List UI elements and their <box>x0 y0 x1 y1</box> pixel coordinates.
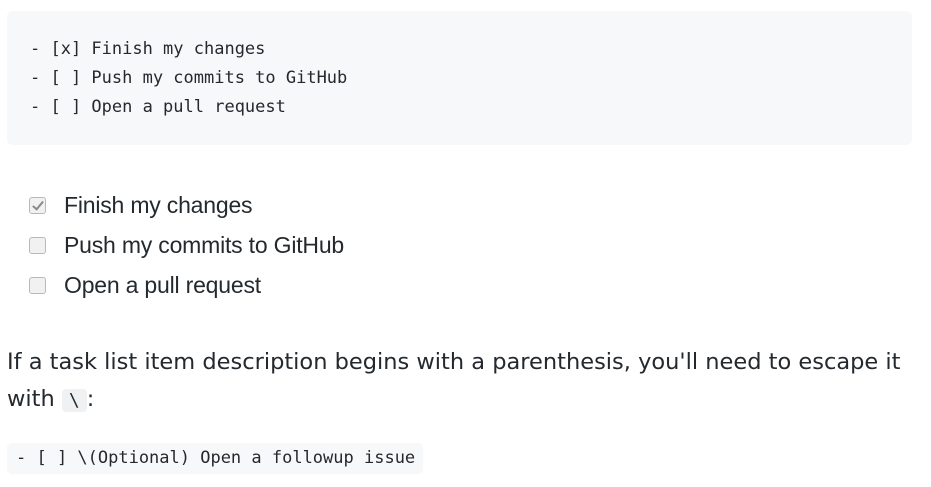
escape-note-suffix: : <box>86 386 95 412</box>
task-list-item: Push my commits to GitHub <box>29 225 344 265</box>
escape-note-paragraph: If a task list item description begins w… <box>7 344 917 419</box>
task-label: Open a pull request <box>64 271 261 298</box>
task-label: Finish my changes <box>64 191 253 218</box>
task-checkbox[interactable] <box>29 236 46 254</box>
code-line: - [ ] Push my commits to GitHub <box>30 68 348 88</box>
code-line: - [ ] Open a pull request <box>30 97 286 117</box>
rendered-task-list: Finish my changes Push my commits to Git… <box>29 185 344 305</box>
code-line: - [x] Finish my changes <box>30 39 266 59</box>
escape-example-code: - [ ] \(Optional) Open a followup issue <box>7 443 424 474</box>
task-label: Push my commits to GitHub <box>64 231 345 258</box>
task-list-item: Finish my changes <box>29 185 344 225</box>
task-checkbox[interactable] <box>29 276 46 294</box>
escape-note-text: If a task list item description begins w… <box>7 349 901 412</box>
inline-code-backslash: \ <box>61 389 87 412</box>
markdown-code-block: - [x] Finish my changes - [ ] Push my co… <box>7 11 912 145</box>
task-list-item: Open a pull request <box>29 265 344 305</box>
task-checkbox-checked[interactable] <box>29 196 46 214</box>
